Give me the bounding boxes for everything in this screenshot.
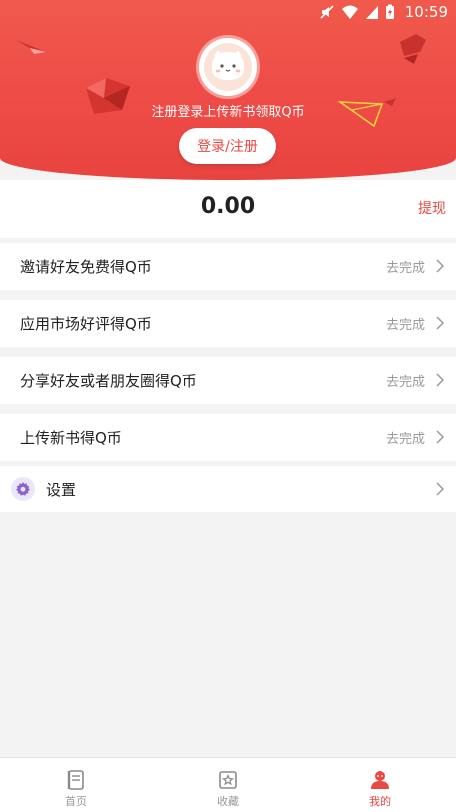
balance-card: 0.00 提现 [0,180,456,238]
task-label: 邀请好友免费得Q币 [20,258,152,276]
profile-header: 10:59 注册登录上传新书领取Q币 登录/注册 [0,0,456,180]
cube-right-icon [400,34,426,64]
book-icon [67,770,84,790]
bottom-tab-bar: 首页 收藏 我的 [0,757,456,812]
task-label: 分享好友或者朋友圈得Q币 [20,372,197,390]
task-status: 去完成 [385,261,425,276]
tab-label: 首页 [65,795,87,808]
tab-label: 收藏 [217,795,239,808]
task-row-invite[interactable]: 邀请好友免费得Q币 去完成 [0,243,456,290]
task-label: 应用市场好评得Q币 [20,315,152,333]
paper-plane-left-icon [16,40,46,54]
chevron-right-icon [436,373,444,387]
chevron-right-icon [436,316,444,330]
user-icon [371,771,389,789]
status-bar: 10:59 [0,0,456,26]
withdraw-link[interactable]: 提现 [418,198,446,218]
tab-label: 我的 [369,795,391,808]
task-row-upload[interactable]: 上传新书得Q币 去完成 [0,414,456,461]
promo-text: 注册登录上传新书领取Q币 [151,105,305,120]
tab-home[interactable]: 首页 [0,758,152,812]
cat-avatar-icon [204,43,252,91]
status-time: 10:59 [404,3,448,21]
tab-mine[interactable]: 我的 [304,758,456,812]
task-row-review[interactable]: 应用市场好评得Q币 去完成 [0,300,456,347]
task-row-share[interactable]: 分享好友或者朋友圈得Q币 去完成 [0,357,456,404]
wifi-icon [341,5,358,19]
task-status: 去完成 [385,432,425,447]
star-box-icon [219,771,237,789]
chevron-right-icon [436,259,444,273]
battery-icon [385,4,394,19]
chevron-right-icon [436,482,444,496]
mute-icon [320,5,334,19]
login-register-button[interactable]: 登录/注册 [179,128,276,164]
task-label: 上传新书得Q币 [20,429,122,447]
avatar[interactable] [199,38,257,96]
settings-row[interactable]: 设置 [0,466,456,512]
tab-favorites[interactable]: 收藏 [152,758,304,812]
chevron-right-icon [436,430,444,444]
balance-value: 0.00 [200,194,256,219]
task-status: 去完成 [385,375,425,390]
signal-icon [365,6,378,19]
task-status: 去完成 [385,318,425,333]
gear-icon [11,477,35,501]
settings-label: 设置 [46,480,77,499]
